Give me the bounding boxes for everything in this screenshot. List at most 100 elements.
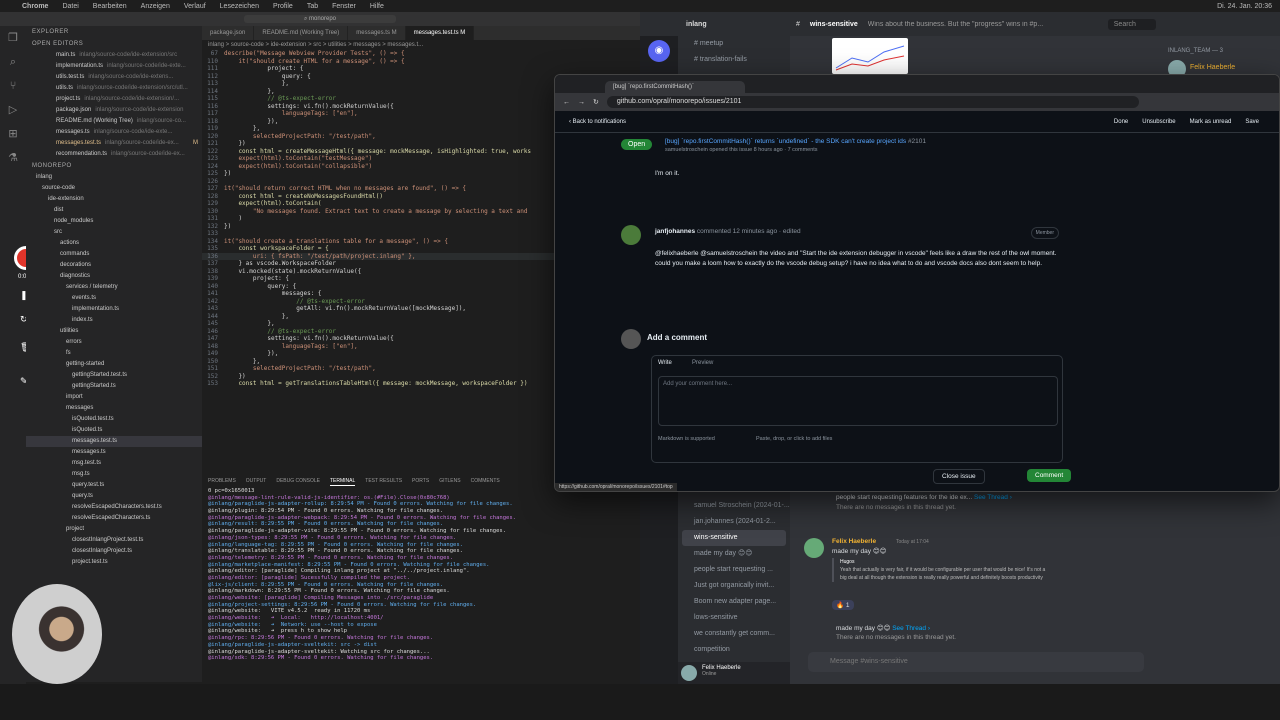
tree-item[interactable]: commands	[26, 249, 202, 260]
done-button[interactable]: Done	[1114, 119, 1128, 125]
open-editor-item[interactable]: main.ts inlang/source-code/ide-extension/…	[26, 50, 202, 61]
tree-item[interactable]: closestInlangProject.ts	[26, 546, 202, 557]
terminal[interactable]: 0 pc=0x1650013 @inlang/message-lint-rule-…	[202, 488, 640, 678]
message-input[interactable]: Message #wins-sensitive	[808, 652, 1144, 672]
open-editor-item[interactable]: messages.ts inlang/source-code/ide-exte..…	[26, 127, 202, 138]
panel-tab[interactable]: COMMENTS	[471, 476, 500, 486]
unsubscribe-button[interactable]: Unsubscribe	[1142, 119, 1175, 125]
breadcrumb[interactable]: inlang > source-code > ide-extension > s…	[202, 40, 640, 50]
channel-item[interactable]: # translation-fails	[678, 52, 790, 68]
menubar-item[interactable]: Fenster	[332, 3, 356, 10]
tree-item[interactable]: actions	[26, 238, 202, 249]
browser-tab[interactable]: [bug] `repo.firstCommitHash()`	[605, 81, 745, 93]
chart-thumbnail[interactable]	[832, 38, 908, 74]
tree-item[interactable]: messages	[26, 403, 202, 414]
channel-item[interactable]: made my day 😊😊	[678, 546, 790, 562]
open-editors-title[interactable]: OPEN EDITORS	[26, 38, 202, 50]
testing-icon[interactable]: ⚗	[0, 146, 26, 170]
channel-item[interactable]: samuel Stroschein (2024-01-...	[678, 498, 790, 514]
menubar-clock[interactable]: Di. 24. Jan. 20:36	[1217, 3, 1280, 10]
channel-item[interactable]: wins-sensitive	[682, 530, 786, 546]
preview-tab[interactable]: Preview	[692, 360, 713, 366]
commenter-avatar[interactable]	[621, 225, 641, 245]
open-editor-item[interactable]: package.json inlang/source-code/ide-exten…	[26, 105, 202, 116]
panel-tab[interactable]: OUTPUT	[246, 476, 267, 486]
reload-icon[interactable]: ↻	[593, 98, 599, 106]
tree-item[interactable]: closestInlangProject.test.ts	[26, 535, 202, 546]
tree-item[interactable]: gettingStarted.ts	[26, 381, 202, 392]
tree-item[interactable]: query.ts	[26, 491, 202, 502]
channel-item[interactable]: lows-sensitive	[678, 610, 790, 626]
menubar-item[interactable]: Verlauf	[184, 3, 206, 10]
channel-item[interactable]: competition	[678, 642, 790, 658]
back-icon[interactable]: ←	[563, 99, 570, 106]
tree-item[interactable]: decorations	[26, 260, 202, 271]
tree-item[interactable]: errors	[26, 337, 202, 348]
back-to-notifications[interactable]: ‹ Back to notifications	[569, 119, 626, 125]
menubar-item[interactable]: Lesezeichen	[220, 3, 259, 10]
menubar-app[interactable]: Chrome	[22, 3, 48, 10]
tab[interactable]: package.json	[202, 26, 255, 40]
menubar-item[interactable]: Hilfe	[370, 3, 384, 10]
tree-item[interactable]: fs	[26, 348, 202, 359]
see-thread-link[interactable]: See Thread ›	[974, 494, 1012, 501]
tree-item[interactable]: inlang	[26, 172, 202, 183]
attach-note[interactable]: Paste, drop, or click to add files	[756, 436, 832, 442]
discord-search[interactable]: Search	[1107, 18, 1156, 30]
panel-tab[interactable]: TERMINAL	[329, 476, 356, 486]
tree-item[interactable]: services / telemetry	[26, 282, 202, 293]
panel-tab[interactable]: DEBUG CONSOLE	[276, 476, 320, 486]
tree-item[interactable]: project	[26, 524, 202, 535]
panel-tab[interactable]: PORTS	[412, 476, 429, 486]
member-name[interactable]: Felix Haeberle	[1190, 64, 1235, 71]
write-tab[interactable]: Write	[658, 360, 672, 366]
tree-item[interactable]: diagnostics	[26, 271, 202, 282]
tree-item[interactable]: project.test.ts	[26, 557, 202, 568]
tab[interactable]: messages.ts M	[348, 26, 406, 40]
open-editor-item[interactable]: implementation.ts inlang/source-code/ide-…	[26, 61, 202, 72]
comment-button[interactable]: Comment	[1027, 469, 1072, 482]
menubar-item[interactable]: Datei	[62, 3, 78, 10]
menubar-item[interactable]: Tab	[307, 3, 318, 10]
menubar-item[interactable]: Anzeigen	[141, 3, 170, 10]
menubar-item[interactable]: Bearbeiten	[93, 3, 127, 10]
open-editor-item[interactable]: messages.test.ts inlang/source-code/ide-e…	[26, 138, 202, 149]
tree-item[interactable]: resolveEscapedCharacters.test.ts	[26, 502, 202, 513]
comment-author[interactable]: janfjohannes	[655, 228, 695, 235]
channel-item[interactable]: we constantly get comm...	[678, 626, 790, 642]
tree-item[interactable]: events.ts	[26, 293, 202, 304]
mark-unread-button[interactable]: Mark as unread	[1190, 119, 1232, 125]
tab[interactable]: README.md (Working Tree)	[254, 26, 349, 40]
thread2[interactable]: made my day 😊😊 See Thread ›	[836, 624, 930, 632]
panel-tab[interactable]: TEST RESULTS	[365, 476, 402, 486]
reaction[interactable]: 🔥 1	[832, 600, 854, 610]
tree-item[interactable]: isQuoted.test.ts	[26, 414, 202, 425]
tree-item[interactable]: node_modules	[26, 216, 202, 227]
tree-title[interactable]: MONOREPO	[26, 160, 202, 172]
channel-item[interactable]: people start requesting ...	[678, 562, 790, 578]
channel-item[interactable]: Just got organically invit...	[678, 578, 790, 594]
tree-item[interactable]: msg.ts	[26, 469, 202, 480]
tree-item[interactable]: implementation.ts	[26, 304, 202, 315]
user-avatar[interactable]	[681, 665, 697, 681]
discord-home-icon[interactable]: ◉	[648, 40, 670, 62]
explorer-icon[interactable]: ❐	[0, 26, 26, 50]
server-name[interactable]: inlang	[686, 21, 786, 28]
menubar-item[interactable]: Profile	[273, 3, 293, 10]
open-editor-item[interactable]: recommendation.ts inlang/source-code/ide-…	[26, 149, 202, 160]
tree-item[interactable]: messages.test.ts	[26, 436, 202, 447]
tree-item[interactable]: index.ts	[26, 315, 202, 326]
tree-item[interactable]: isQuoted.ts	[26, 425, 202, 436]
panel-tab[interactable]: PROBLEMS	[208, 476, 236, 486]
thread-banner[interactable]: people start requesting features for the…	[836, 494, 1012, 501]
url-bar[interactable]: github.com/opral/monorepo/issues/2101	[606, 96, 1139, 108]
close-issue-button[interactable]: Close issue	[933, 469, 985, 484]
save-button[interactable]: Save	[1245, 119, 1259, 125]
tree-item[interactable]: source-code	[26, 183, 202, 194]
extensions-icon[interactable]: ⊞	[0, 122, 26, 146]
source-control-icon[interactable]: ⑂	[0, 74, 26, 98]
open-editor-item[interactable]: README.md (Working Tree) inlang/source-co…	[26, 116, 202, 127]
forward-icon[interactable]: →	[578, 99, 585, 106]
tree-item[interactable]: msg.test.ts	[26, 458, 202, 469]
tree-item[interactable]: ide-extension	[26, 194, 202, 205]
